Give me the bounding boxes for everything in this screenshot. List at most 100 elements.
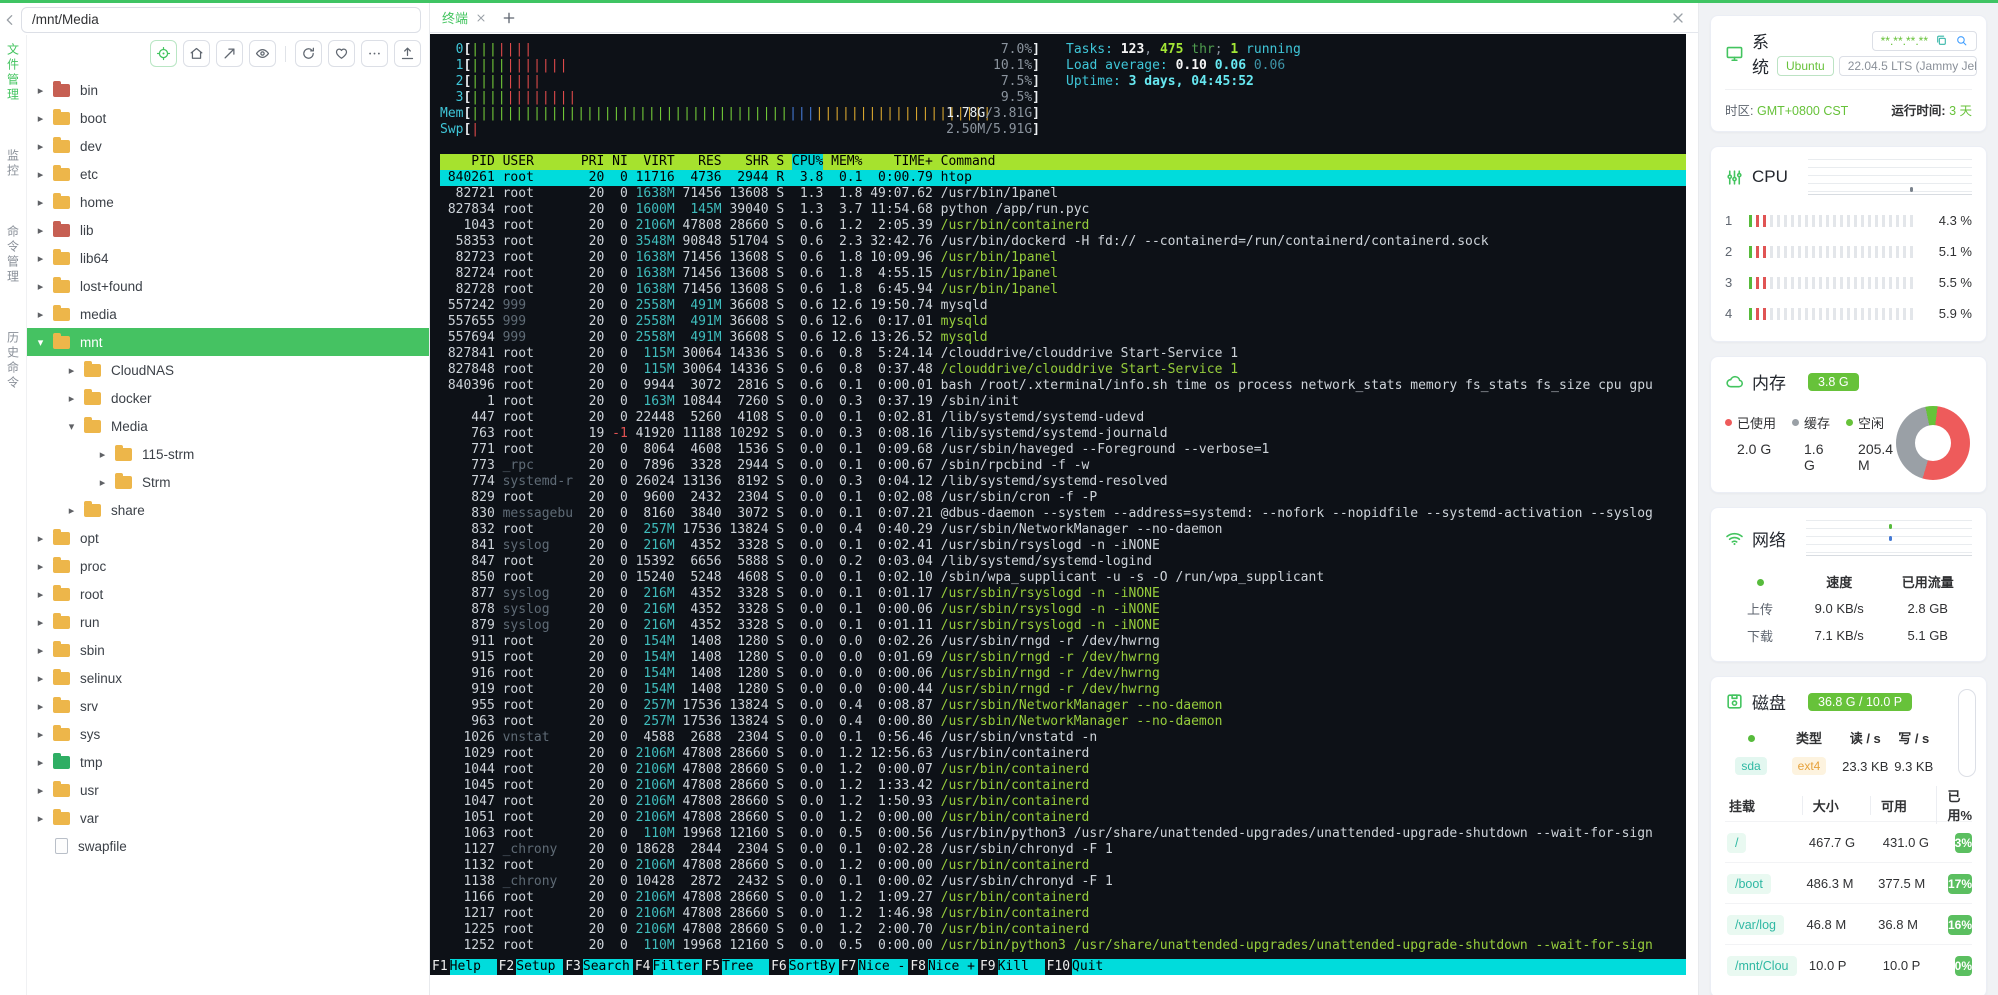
- process-row[interactable]: 847root2001539266565888S0.00.20:03.04/li…: [440, 554, 1686, 570]
- toggle-icon[interactable]: ▸: [64, 504, 79, 517]
- tree-item-run[interactable]: ▸run: [27, 608, 429, 636]
- process-row[interactable]: 832root200257M1753613824S0.00.40:40.29/u…: [440, 522, 1686, 538]
- process-row[interactable]: 5576949992002558M491M36608S0.612.613:26.…: [440, 330, 1686, 346]
- tree-item-mnt[interactable]: ▾mnt: [27, 328, 429, 356]
- process-row[interactable]: 771root200806446081536S0.00.10:09.68/usr…: [440, 442, 1686, 458]
- process-row[interactable]: 1252root200110M1996812160S0.00.50:00.00/…: [440, 938, 1686, 954]
- fkey-f4[interactable]: F4Filter: [633, 959, 703, 975]
- server-ip-badge[interactable]: **.**.**.**: [1872, 31, 1977, 51]
- process-row[interactable]: 850root2001524052484608S0.00.10:02.10/sb…: [440, 570, 1686, 586]
- process-row[interactable]: 963root200257M1753613824S0.00.40:00.80/u…: [440, 714, 1686, 730]
- col-virt[interactable]: VIRT: [636, 154, 675, 170]
- col-ni[interactable]: NI: [612, 154, 628, 170]
- process-row[interactable]: 840261root2001171647362944R3.80.10:00.79…: [440, 170, 1686, 186]
- toggle-icon[interactable]: ▾: [33, 336, 48, 349]
- fkey-f2[interactable]: F2Setup: [497, 959, 564, 975]
- fkey-f6[interactable]: F6SortBy: [769, 959, 839, 975]
- fkey-f7[interactable]: F7Nice -: [839, 959, 909, 975]
- toggle-icon[interactable]: ▸: [64, 364, 79, 377]
- process-row[interactable]: 1217root2002106M4780828660S0.01.21:46.98…: [440, 906, 1686, 922]
- toggle-icon[interactable]: ▸: [33, 168, 48, 181]
- process-row[interactable]: 1225root2002106M4780828660S0.01.22:00.70…: [440, 922, 1686, 938]
- process-row[interactable]: 830messagebu200816038403072S0.00.10:07.2…: [440, 506, 1686, 522]
- toggle-icon[interactable]: ▸: [33, 308, 48, 321]
- toggle-icon[interactable]: ▸: [33, 112, 48, 125]
- copy-icon[interactable]: [1935, 34, 1948, 47]
- process-row[interactable]: 955root200257M1753613824S0.00.40:08.87/u…: [440, 698, 1686, 714]
- tree-item-var[interactable]: ▸var: [27, 804, 429, 832]
- tree-item-sys[interactable]: ▸sys: [27, 720, 429, 748]
- col-user[interactable]: USER: [503, 154, 573, 170]
- process-row[interactable]: 878syslog200216M43523328S0.00.10:00.06/u…: [440, 602, 1686, 618]
- tree-item-tmp[interactable]: ▸tmp: [27, 748, 429, 776]
- process-row[interactable]: 773_rpc200789633282944S0.00.10:00.67/sbi…: [440, 458, 1686, 474]
- tree-item-lost+found[interactable]: ▸lost+found: [27, 272, 429, 300]
- home-button[interactable]: [183, 40, 210, 67]
- tree-item-115-strm[interactable]: ▸115-strm: [27, 440, 429, 468]
- process-row[interactable]: 827841root200115M3006414336S0.60.85:24.1…: [440, 346, 1686, 362]
- col-pid[interactable]: PID: [440, 154, 495, 170]
- tree-item-share[interactable]: ▸share: [27, 496, 429, 524]
- more-button[interactable]: [361, 40, 388, 67]
- toggle-icon[interactable]: ▸: [33, 84, 48, 97]
- tree-item-etc[interactable]: ▸etc: [27, 160, 429, 188]
- drawer-tab-1[interactable]: 文件管理: [5, 43, 22, 103]
- process-row[interactable]: 82721root2001638M7145613608S1.31.849:07.…: [440, 186, 1686, 202]
- tree-item-Strm[interactable]: ▸Strm: [27, 468, 429, 496]
- process-row[interactable]: 5572429992002558M491M36608S0.612.619:50.…: [440, 298, 1686, 314]
- tree-item-CloudNAS[interactable]: ▸CloudNAS: [27, 356, 429, 384]
- search-icon[interactable]: [1955, 34, 1968, 47]
- fkey-f8[interactable]: F8Nice +: [908, 959, 978, 975]
- process-row[interactable]: 1166root2002106M4780828660S0.01.21:09.27…: [440, 890, 1686, 906]
- col-mem[interactable]: MEM%: [831, 154, 862, 170]
- toggle-icon[interactable]: ▸: [33, 672, 48, 685]
- col-pri[interactable]: PRI: [581, 154, 604, 170]
- drawer-tab-2[interactable]: 监控: [5, 149, 22, 179]
- tree-item-docker[interactable]: ▸docker: [27, 384, 429, 412]
- col-s[interactable]: S: [776, 154, 784, 170]
- process-row[interactable]: 58353root2003548M9084851704S0.62.332:42.…: [440, 234, 1686, 250]
- process-row[interactable]: 915root200154M14081280S0.00.00:01.69/usr…: [440, 650, 1686, 666]
- process-row[interactable]: 774systemd-r20026024131368192S0.00.30:04…: [440, 474, 1686, 490]
- tree-item-srv[interactable]: ▸srv: [27, 692, 429, 720]
- process-row[interactable]: 879syslog200216M43523328S0.00.10:01.11/u…: [440, 618, 1686, 634]
- tree-item-selinux[interactable]: ▸selinux: [27, 664, 429, 692]
- process-row[interactable]: 1045root2002106M4780828660S0.01.21:33.42…: [440, 778, 1686, 794]
- tree-item-lib64[interactable]: ▸lib64: [27, 244, 429, 272]
- col-shr[interactable]: SHR: [729, 154, 768, 170]
- toggle-icon[interactable]: ▸: [33, 196, 48, 209]
- tree-item-usr[interactable]: ▸usr: [27, 776, 429, 804]
- process-row[interactable]: 1044root2002106M4780828660S0.01.20:00.07…: [440, 762, 1686, 778]
- toggle-icon[interactable]: ▸: [33, 280, 48, 293]
- process-row[interactable]: 1127_chrony2001862828442304S0.00.10:02.2…: [440, 842, 1686, 858]
- process-row[interactable]: 1047root2002106M4780828660S0.01.21:50.93…: [440, 794, 1686, 810]
- tree-item-opt[interactable]: ▸opt: [27, 524, 429, 552]
- process-row[interactable]: 841syslog200216M43523328S0.00.10:02.41/u…: [440, 538, 1686, 554]
- toggle-icon[interactable]: ▸: [33, 756, 48, 769]
- col-cmd[interactable]: Command: [941, 154, 996, 170]
- path-input[interactable]: [21, 7, 421, 33]
- upload-button[interactable]: [394, 40, 421, 67]
- toggle-icon[interactable]: ▸: [33, 588, 48, 601]
- process-row[interactable]: 447root2002244852604108S0.00.10:02.81/li…: [440, 410, 1686, 426]
- process-row[interactable]: 82723root2001638M7145613608S0.61.810:09.…: [440, 250, 1686, 266]
- tree-item-boot[interactable]: ▸boot: [27, 104, 429, 132]
- toggle-icon[interactable]: ▸: [33, 812, 48, 825]
- tab-close-icon[interactable]: [475, 12, 487, 24]
- toggle-icon[interactable]: ▸: [33, 224, 48, 237]
- toggle-icon[interactable]: ▸: [33, 728, 48, 741]
- drawer-tab-4[interactable]: 历史命令: [5, 331, 22, 391]
- toggle-icon[interactable]: ▸: [33, 252, 48, 265]
- toggle-icon[interactable]: ▸: [64, 392, 79, 405]
- toggle-icon[interactable]: ▸: [33, 616, 48, 629]
- fkey-f1[interactable]: F1Help: [430, 959, 497, 975]
- scrollbar[interactable]: [1958, 689, 1976, 777]
- process-row[interactable]: 827848root200115M3006414336S0.60.80:37.4…: [440, 362, 1686, 378]
- process-row[interactable]: 1063root200110M1996812160S0.00.50:00.56/…: [440, 826, 1686, 842]
- tab-terminal[interactable]: 终端: [442, 8, 487, 27]
- refresh-button[interactable]: [295, 40, 322, 67]
- process-row[interactable]: 1043root2002106M4780828660S0.61.22:05.39…: [440, 218, 1686, 234]
- process-row[interactable]: 840396root200994430722816S0.60.10:00.01b…: [440, 378, 1686, 394]
- toggle-icon[interactable]: ▸: [33, 140, 48, 153]
- process-row[interactable]: 763root19-1419201118810292S0.00.30:08.16…: [440, 426, 1686, 442]
